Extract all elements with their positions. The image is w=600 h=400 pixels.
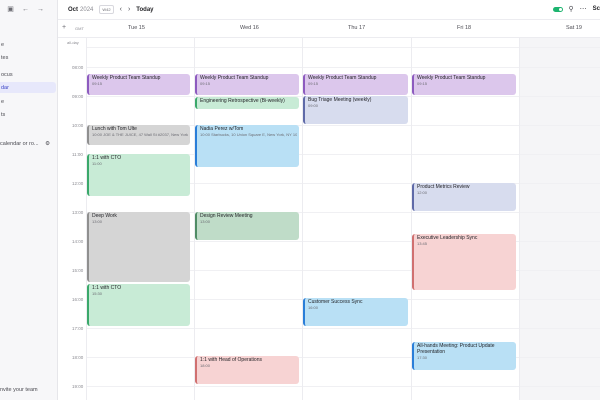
more-icon[interactable]: ⋯ [580,5,587,13]
forward-arrow-icon[interactable]: → [36,5,45,14]
day-label-wed: Wed 16 [240,25,259,31]
event-time: 12:00 [417,190,428,195]
event-product-metrics-review[interactable]: Product Metrics Review 12:00 [412,183,516,211]
event-deep-work[interactable]: Deep Work 13:00 [87,212,190,282]
day-label-thu: Thu 17 [348,25,366,31]
weekend-column [519,38,600,400]
event-time: 13:45 [417,241,428,246]
event-time: 15:30 [92,291,103,296]
event-weekly-product-standup-tue[interactable]: Weekly Product Team Standup 09:15 [87,74,190,95]
sidebar-toggle-icon[interactable]: ▣ [6,5,15,14]
hour-line [86,386,600,387]
event-time: 18:00 [200,363,211,368]
day-label-fri: Fri 18 [457,25,472,31]
day-header: + GMT Tue 15 Wed 16 Thu 17 Fri 18 Sat 19 [58,20,600,38]
time-label: 13:00 [72,210,84,215]
event-engineering-retrospective[interactable]: Engineering Retrospective (Bi-weekly) [195,97,299,109]
event-time: 10:00 Starbucks, 10 Union Square E, New … [200,132,297,137]
event-design-review-meeting[interactable]: Design Review Meeting 13:00 [195,212,299,240]
calendar-toolbar: Oct 2024 W42 ‹ › Today ⚲ ⋯ Sc [58,0,600,20]
chevron-left-icon[interactable]: ‹ [120,6,122,13]
time-label: 15:00 [72,268,84,273]
time-label: 14:00 [72,239,84,244]
event-time: 09:00 [308,103,319,108]
event-title: Engineering Retrospective (Bi-weekly) [200,98,285,104]
sidebar-item-contacts[interactable]: ts [0,109,56,120]
event-time: 13:00 [92,219,103,224]
invite-team-link[interactable]: nvite your team [0,387,38,393]
column-divider [519,38,520,400]
time-label: 09:00 [72,94,84,99]
chevron-right-icon[interactable]: › [128,6,130,13]
event-nadia-perez-tom[interactable]: Nadia Perez w/Tom 10:00 Starbucks, 10 Un… [195,125,299,167]
add-event-icon[interactable]: + [62,24,66,31]
today-button[interactable]: Today [136,7,153,13]
calendar-search-field[interactable]: calendar or ro... ⚙ [0,141,56,147]
toggle-switch[interactable] [552,6,563,12]
time-label: 18:00 [72,355,84,360]
hour-line [86,357,600,358]
event-time: 17:30 [417,355,428,360]
back-arrow-icon[interactable]: ← [21,5,30,14]
sidebar-item-home[interactable]: e [0,39,56,50]
sidebar-toolbar: ▣ ← → + [6,4,57,14]
all-day-label: all-day [67,40,79,45]
event-time: 09:15 [200,81,211,86]
event-executive-leadership-sync[interactable]: Executive Leadership Sync 13:45 [412,234,516,290]
time-label: 11:00 [72,152,83,157]
event-time: 10:00 JOE & THE JUICE, 47 Wall St #2037,… [92,132,188,137]
event-1on1-cto-morning[interactable]: 1:1 with CTO 11:00 [87,154,190,196]
settings-icon[interactable]: ⚙ [45,141,50,147]
event-time: 09:15 [308,81,319,86]
time-label: 10:00 [72,123,84,128]
event-time: 09:15 [92,81,103,86]
search-icon[interactable]: ⚲ [569,5,574,13]
event-time: 09:15 [417,81,428,86]
event-customer-success-sync[interactable]: Customer Success Sync 16:00 [303,298,408,326]
sidebar-item-notes[interactable]: tes [0,52,56,63]
sidebar-item-people[interactable]: e [0,96,56,107]
event-time: 11:00 [92,161,102,166]
schedule-button[interactable]: Sc [593,6,600,12]
day-label-tue: Tue 15 [128,25,145,31]
sidebar-item-focus[interactable]: ocus [0,69,56,80]
event-bug-triage-meeting[interactable]: Bug Triage Meeting (weekly) 09:00 [303,96,408,124]
month-label: Oct [68,6,79,13]
event-lunch-tom-ulte[interactable]: Lunch with Tom Ulte 10:00 JOE & THE JUIC… [87,125,190,145]
time-label: 17:00 [72,326,84,331]
day-label-sat: Sat 19 [566,25,582,31]
event-weekly-product-standup-thu[interactable]: Weekly Product Team Standup 09:15 [303,74,408,95]
event-title: All-hands Meeting: Product Update Presen… [417,343,495,355]
toolbar-right: ⚲ ⋯ Sc [552,5,600,13]
calendar-grid[interactable]: all-day 08:00 09:00 10:00 11:00 12:00 13… [58,38,600,400]
allday-divider [86,47,600,48]
time-label: 19:00 [72,384,84,389]
timezone-label: GMT [75,26,84,31]
hour-line [86,67,600,68]
hour-line [86,328,600,329]
sidebar-item-calendar[interactable]: dar [0,82,56,93]
event-1on1-cto-afternoon[interactable]: 1:1 with CTO 15:30 [87,284,190,326]
event-time: 13:00 [200,219,211,224]
event-all-hands-meeting[interactable]: All-hands Meeting: Product Update Presen… [412,342,516,370]
event-1on1-head-of-operations[interactable]: 1:1 with Head of Operations 18:00 [195,356,299,384]
year-label: 2024 [80,6,94,13]
time-label: 16:00 [72,297,84,302]
event-weekly-product-standup-fri[interactable]: Weekly Product Team Standup 09:15 [412,74,516,95]
time-label: 12:00 [72,181,84,186]
week-badge: W42 [99,5,114,14]
sidebar: ▣ ← → + e tes ocus dar e ts calendar or … [0,0,58,400]
event-weekly-product-standup-wed[interactable]: Weekly Product Team Standup 09:15 [195,74,299,95]
time-label: 08:00 [72,65,84,70]
event-time: 16:00 [308,305,319,310]
